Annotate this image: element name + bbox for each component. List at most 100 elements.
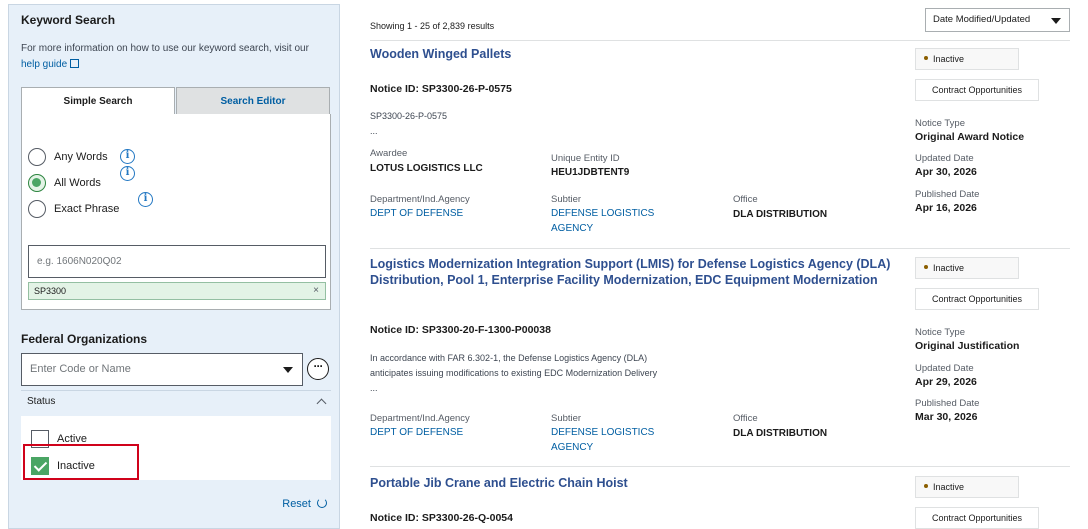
info-icon[interactable]: i <box>120 149 135 164</box>
office-value: DLA DISTRIBUTION <box>733 428 828 439</box>
status-accordion-header[interactable]: Status <box>21 390 331 416</box>
tab-search-editor[interactable]: Search Editor <box>176 87 330 115</box>
awardee-value: LOTUS LOGISTICS LLC <box>370 163 483 174</box>
result-title-link[interactable]: Wooden Winged Pallets <box>370 46 900 62</box>
info-icon[interactable]: i <box>138 192 153 207</box>
subtier-link[interactable]: DEFENSE LOGISTICS AGENCY <box>551 206 681 236</box>
caret-down-icon <box>1051 18 1061 24</box>
type-tag: Contract Opportunities <box>915 507 1039 529</box>
keyword-search-title: Keyword Search <box>21 13 116 27</box>
keyword-chip-label: SP3300 <box>34 286 67 296</box>
updated-date-label: Updated Date <box>915 363 974 374</box>
result-card: Portable Jib Crane and Electric Chain Ho… <box>370 475 1070 529</box>
help-guide-label: help guide <box>21 59 68 70</box>
department-link[interactable]: DEPT OF DEFENSE <box>370 206 520 221</box>
results-count: Showing 1 - 25 of 2,839 results <box>370 21 495 31</box>
radio-circle[interactable] <box>28 148 46 166</box>
reset-icon <box>317 498 327 508</box>
desc-line: ... <box>370 126 378 136</box>
radio-circle-checked[interactable] <box>28 174 46 192</box>
published-date-value: Apr 16, 2026 <box>915 202 977 214</box>
divider <box>370 40 1070 41</box>
divider <box>370 248 1070 249</box>
office-label: Office <box>733 413 758 424</box>
status-badge: Inactive <box>915 257 1019 279</box>
status-dot-icon <box>924 265 928 269</box>
status-dot-icon <box>924 484 928 488</box>
status-badge-label: Inactive <box>933 482 965 492</box>
result-description: SP3300-26-P-0575 ... <box>370 109 900 139</box>
federal-org-placeholder: Enter Code or Name <box>30 363 131 375</box>
updated-date-value: Apr 29, 2026 <box>915 376 977 388</box>
result-title-link[interactable]: Logistics Modernization Integration Supp… <box>370 256 900 288</box>
radio-any-words-label: Any Words <box>54 151 108 163</box>
sort-value: Date Modified/Updated <box>933 14 1031 25</box>
help-guide-link[interactable]: help guide <box>21 59 80 70</box>
notice-id: Notice ID: SP3300-26-P-0575 <box>370 83 512 95</box>
result-title-link[interactable]: Portable Jib Crane and Electric Chain Ho… <box>370 475 900 491</box>
notice-type-value: Original Justification <box>915 340 1020 352</box>
status-dot-icon <box>924 56 928 60</box>
caret-down-icon <box>283 367 293 373</box>
subtier-link[interactable]: DEFENSE LOGISTICS AGENCY <box>551 425 681 455</box>
status-badge: Inactive <box>915 48 1019 70</box>
federal-organizations-title: Federal Organizations <box>21 332 148 346</box>
published-date-label: Published Date <box>915 189 980 200</box>
close-icon[interactable]: × <box>313 283 319 299</box>
notice-id: Notice ID: SP3300-26-Q-0054 <box>370 512 513 524</box>
office-label: Office <box>733 194 758 205</box>
radio-circle[interactable] <box>28 200 46 218</box>
radio-all-words[interactable]: All Words <box>28 174 101 192</box>
uei-value: HEU1JDBTENT9 <box>551 167 630 178</box>
divider <box>370 466 1070 467</box>
department-label: Department/Ind.Agency <box>370 194 470 205</box>
published-date-label: Published Date <box>915 398 980 409</box>
subtier-label: Subtier <box>551 194 582 205</box>
reset-label: Reset <box>282 498 311 510</box>
updated-date-value: Apr 30, 2026 <box>915 166 977 178</box>
reset-button[interactable]: Reset <box>282 498 327 510</box>
more-options-button[interactable]: ··· <box>307 358 329 380</box>
external-link-icon <box>70 59 80 68</box>
federal-org-select[interactable]: Enter Code or Name <box>21 353 303 386</box>
subtier-label: Subtier <box>551 413 582 424</box>
result-card: Logistics Modernization Integration Supp… <box>370 256 1070 461</box>
keyword-info-text: For more information on how to use our k… <box>21 41 333 73</box>
notice-type-value: Original Award Notice <box>915 131 1025 143</box>
notice-type-label: Notice Type <box>915 118 965 129</box>
type-tag: Contract Opportunities <box>915 79 1039 101</box>
notice-type-label: Notice Type <box>915 327 965 338</box>
radio-all-words-label: All Words <box>54 177 101 189</box>
department-link[interactable]: DEPT OF DEFENSE <box>370 425 520 440</box>
keyword-info-label: For more information on how to use our k… <box>21 43 309 54</box>
info-icon[interactable]: i <box>120 166 135 181</box>
desc-line: anticipates issuing modifications to exi… <box>370 368 658 378</box>
uei-label: Unique Entity ID <box>551 153 620 164</box>
department-label: Department/Ind.Agency <box>370 413 470 424</box>
result-card: Wooden Winged Pallets Notice ID: SP3300-… <box>370 46 1070 242</box>
search-tabs: Simple Search Search Editor <box>21 87 331 115</box>
status-badge-label: Inactive <box>933 54 965 64</box>
status-label: Status <box>27 396 56 407</box>
desc-line: In accordance with FAR 6.302-1, the Defe… <box>370 353 648 363</box>
published-date-value: Mar 30, 2026 <box>915 411 978 423</box>
office-value: DLA DISTRIBUTION <box>733 209 828 220</box>
notice-id: Notice ID: SP3300-20-F-1300-P00038 <box>370 324 551 336</box>
desc-line: ... <box>370 383 378 393</box>
simple-search-panel: Any Words i All Words i Exact Phrase i e… <box>21 114 331 310</box>
chevron-up-icon <box>316 398 327 409</box>
updated-date-label: Updated Date <box>915 153 974 164</box>
tab-simple-search[interactable]: Simple Search <box>21 87 175 115</box>
sort-select[interactable]: Date Modified/Updated <box>925 8 1070 32</box>
keyword-input[interactable]: e.g. 1606N020Q02 <box>28 245 326 278</box>
status-badge: Inactive <box>915 476 1019 498</box>
type-tag: Contract Opportunities <box>915 288 1039 310</box>
result-description: In accordance with FAR 6.302-1, the Defe… <box>370 351 900 396</box>
keyword-chip: SP3300 × <box>28 282 326 300</box>
radio-any-words[interactable]: Any Words <box>28 148 108 166</box>
inactive-highlight-box <box>23 444 139 480</box>
status-badge-label: Inactive <box>933 263 965 273</box>
desc-line: SP3300-26-P-0575 <box>370 111 448 121</box>
awardee-label: Awardee <box>370 148 408 159</box>
radio-exact-phrase[interactable]: Exact Phrase <box>28 200 119 218</box>
